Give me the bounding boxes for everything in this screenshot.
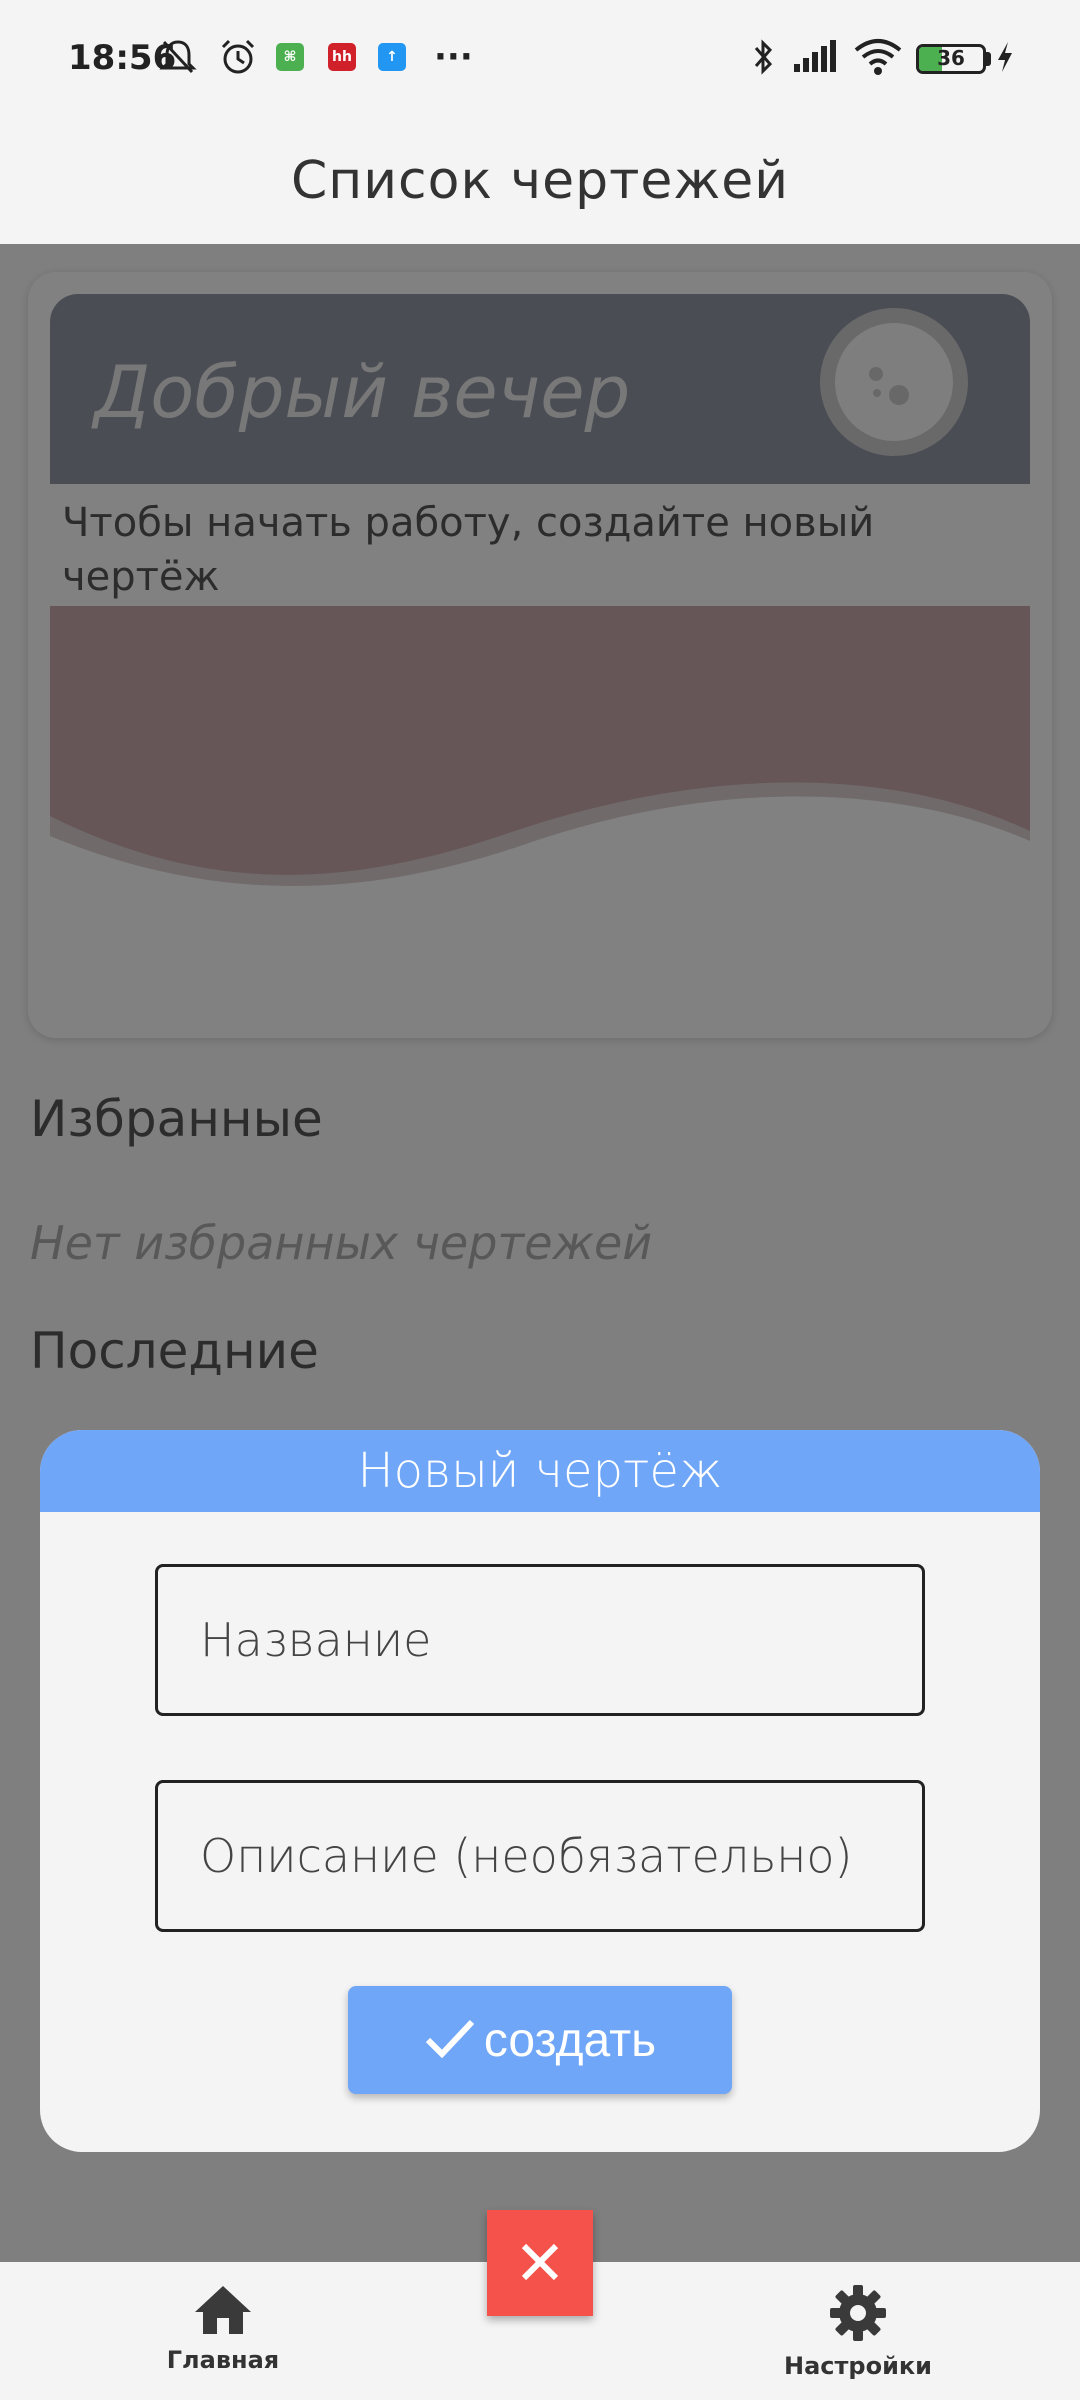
home-icon <box>193 2284 253 2340</box>
alarm-icon <box>218 38 258 76</box>
nav-home-label: Главная <box>166 2346 280 2374</box>
nav-home[interactable]: Главная <box>123 2284 323 2374</box>
description-input[interactable] <box>158 1783 922 1929</box>
nav-settings[interactable]: Настройки <box>758 2284 958 2380</box>
battery-percent: 36 <box>937 46 965 70</box>
description-field[interactable] <box>155 1780 925 1932</box>
status-bar: 18:56 ⌘ hh ↑ ··· 36 <box>0 0 1080 118</box>
wifi-icon <box>852 38 904 76</box>
app-bar: Список чертежей <box>0 118 1080 244</box>
check-icon <box>424 2016 476 2065</box>
android-app-icon: ⌘ <box>276 38 304 76</box>
more-notifications-icon: ··· <box>434 37 473 77</box>
battery-indicator: 36 <box>916 44 986 74</box>
close-dialog-button[interactable] <box>487 2210 593 2316</box>
nav-settings-label: Настройки <box>783 2352 932 2380</box>
signal-icon <box>792 38 842 76</box>
dialog-header: Новый чертёж <box>40 1430 1040 1512</box>
bluetooth-icon <box>748 38 778 76</box>
gear-icon <box>829 2284 887 2346</box>
charging-icon <box>994 38 1016 76</box>
name-field[interactable] <box>155 1564 925 1716</box>
name-input[interactable] <box>158 1567 922 1713</box>
create-button[interactable]: создать <box>348 1986 732 2094</box>
close-icon <box>518 2240 562 2287</box>
muted-bell-icon <box>158 38 198 76</box>
dialog-title: Новый чертёж <box>357 1443 723 1499</box>
page-title: Список чертежей <box>290 151 790 211</box>
new-drawing-dialog: Новый чертёж создать <box>40 1430 1040 2152</box>
create-button-label: создать <box>483 2013 657 2067</box>
upload-app-icon: ↑ <box>378 38 406 76</box>
hh-app-icon: hh <box>328 38 356 76</box>
